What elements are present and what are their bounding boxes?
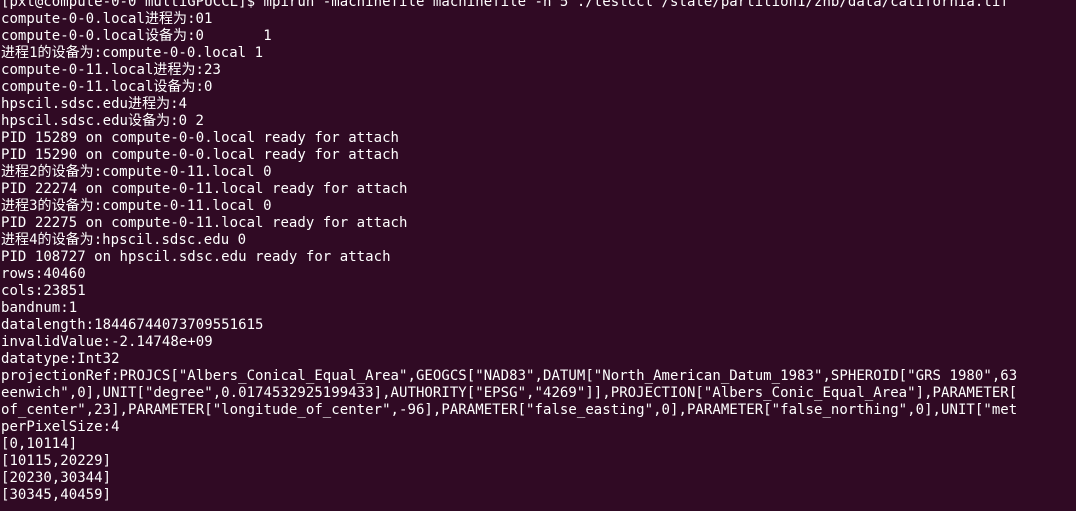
terminal-line: datalength:18446744073709551615 bbox=[1, 317, 264, 333]
terminal-line: 进程3的设备为:compute-0-11.local 0 bbox=[1, 198, 272, 214]
terminal-line: compute-0-11.local设备为:0 bbox=[1, 79, 213, 95]
terminal-line: PID 15290 on compute-0-0.local ready for… bbox=[1, 147, 400, 163]
terminal-line: [10115,20229] bbox=[1, 453, 112, 469]
terminal-line: 进程4的设备为:hpscil.sdsc.edu 0 bbox=[1, 232, 247, 248]
terminal-line: PID 15289 on compute-0-0.local ready for… bbox=[1, 130, 400, 146]
terminal-line: cols:23851 bbox=[1, 283, 86, 299]
terminal-line: PID 108727 on hpscil.sdsc.edu ready for … bbox=[1, 249, 391, 265]
terminal-line: hpscil.sdsc.edu进程为:4 bbox=[1, 96, 188, 112]
command-prompt-line: [pxt@compute-0-0 multiGPUCCL]$ mpirun -m… bbox=[1, 0, 1009, 10]
terminal-line: hpscil.sdsc.edu设备为:0 2 bbox=[1, 113, 205, 129]
terminal-line: 进程2的设备为:compute-0-11.local 0 bbox=[1, 164, 272, 180]
terminal-line: invalidValue:-2.14748e+09 bbox=[1, 334, 213, 350]
terminal-line: 进程1的设备为:compute-0-0.local 1 bbox=[1, 45, 264, 61]
terminal-line: eenwich",0],UNIT["degree",0.017453292519… bbox=[1, 385, 1018, 401]
terminal-line: compute-0-0.local设备为:0 1 bbox=[1, 28, 272, 44]
terminal-line: perPixelSize:4 bbox=[1, 419, 120, 435]
terminal-line: compute-0-0.local进程为:01 bbox=[1, 11, 213, 27]
terminal-line: PID 22274 on compute-0-11.local ready fo… bbox=[1, 181, 408, 197]
terminal-line: datatype:Int32 bbox=[1, 351, 120, 367]
terminal-line: rows:40460 bbox=[1, 266, 86, 282]
terminal-line: of_center",23],PARAMETER["longitude_of_c… bbox=[1, 402, 1018, 418]
terminal-line: projectionRef:PROJCS["Albers_Conical_Equ… bbox=[1, 368, 1018, 384]
terminal-line: [20230,30344] bbox=[1, 470, 112, 486]
terminal-output: [pxt@compute-0-0 multiGPUCCL]$ mpirun -m… bbox=[1, 0, 1017, 504]
terminal-line: [30345,40459] bbox=[1, 487, 112, 503]
terminal-line: bandnum:1 bbox=[1, 300, 78, 316]
terminal-line: PID 22275 on compute-0-11.local ready fo… bbox=[1, 215, 408, 231]
terminal-line: compute-0-11.local进程为:23 bbox=[1, 62, 221, 78]
terminal-window[interactable]: [pxt@compute-0-0 multiGPUCCL]$ mpirun -m… bbox=[0, 0, 1076, 511]
terminal-line: [0,10114] bbox=[1, 436, 78, 452]
